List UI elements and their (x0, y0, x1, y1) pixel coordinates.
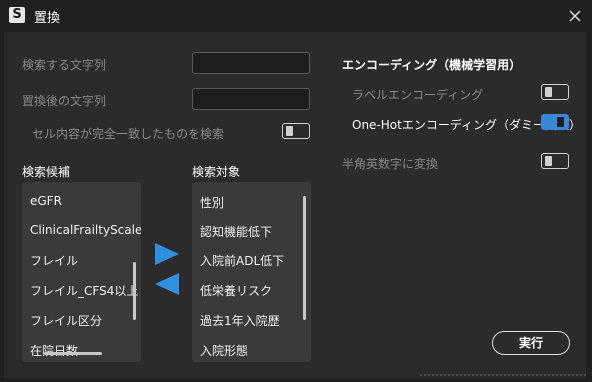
label-encoding-label: ラベルエンコーディング (352, 88, 484, 102)
list-item[interactable]: ClinicalFrailtyScale (30, 223, 141, 237)
targets-header: 検索対象 (192, 165, 241, 179)
exact-match-label: セル内容が完全一致したものを検索 (32, 127, 225, 141)
close-icon (569, 10, 581, 22)
toggle-knob (286, 126, 293, 136)
list-item[interactable]: 認知機能低下 (200, 223, 272, 240)
replace-string-label: 置換後の文字列 (22, 94, 107, 108)
search-string-input[interactable] (192, 52, 310, 74)
list-item[interactable]: フレイル (30, 252, 78, 269)
label-encoding-toggle[interactable] (541, 84, 569, 100)
execute-button[interactable]: 実行 (492, 331, 570, 355)
list-item[interactable]: 低栄養リスク (200, 282, 272, 299)
resize-grip[interactable] (420, 368, 592, 382)
move-left-button[interactable] (154, 272, 180, 296)
list-item[interactable]: 在院日数 (30, 342, 78, 359)
targets-list[interactable]: 性別 認知機能低下 入院前ADL低下 低栄養リスク 過去1年入院歴 入院形態 (192, 182, 311, 362)
toggle-knob (545, 87, 552, 97)
candidates-horizontal-scrollbar[interactable] (44, 352, 102, 355)
exact-match-toggle[interactable] (282, 123, 310, 139)
replace-string-input[interactable] (192, 88, 310, 110)
close-button[interactable] (562, 3, 588, 29)
targets-vertical-scrollbar[interactable] (303, 196, 306, 320)
candidates-list[interactable]: eGFR ClinicalFrailtyScale フレイル フレイル_CFS4… (22, 182, 141, 362)
toggle-knob (557, 117, 564, 127)
list-item[interactable]: 入院前ADL低下 (200, 252, 284, 269)
arrow-right-icon (155, 243, 179, 265)
title-bar: S 置換 (0, 0, 592, 32)
candidates-vertical-scrollbar[interactable] (133, 262, 136, 320)
list-item[interactable]: フレイル_CFS4以上 (30, 282, 138, 299)
list-item[interactable]: eGFR (30, 194, 62, 208)
list-item[interactable]: 過去1年入院歴 (200, 312, 280, 329)
window-title: 置換 (34, 11, 61, 26)
onehot-encoding-toggle[interactable] (541, 114, 569, 130)
list-item[interactable]: 入院形態 (200, 342, 248, 359)
list-item[interactable]: フレイル区分 (30, 312, 102, 329)
fullwidth-convert-toggle[interactable] (541, 153, 569, 169)
search-string-label: 検索する文字列 (22, 58, 107, 72)
list-item[interactable]: 性別 (200, 194, 224, 211)
toggle-knob (545, 156, 552, 166)
candidates-header: 検索候補 (22, 165, 71, 179)
encoding-section-header: エンコーディング（機械学習用） (342, 58, 522, 72)
arrow-left-icon (155, 273, 179, 295)
fullwidth-convert-label: 半角英数字に変換 (342, 157, 439, 171)
move-right-button[interactable] (154, 242, 180, 266)
dialog-body: 検索する文字列 置換後の文字列 セル内容が完全一致したものを検索 エンコーディン… (4, 32, 586, 378)
app-icon: S (9, 7, 25, 23)
